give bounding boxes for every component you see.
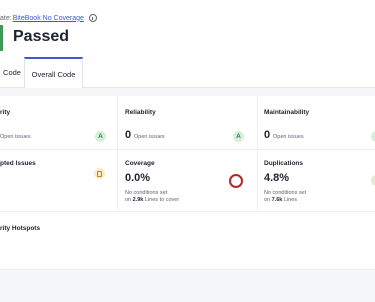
maintainability-rating-badge (371, 131, 375, 142)
duplications-card[interactable]: Duplications 4.8% No conditions set on 7… (258, 150, 375, 212)
reliability-value[interactable]: 0 (125, 129, 131, 141)
duplications-lines: on 7.6k Lines (264, 197, 298, 203)
tab-new-code[interactable]: Code (0, 57, 24, 88)
code-tabs: Code Overall Code (0, 57, 375, 89)
maintainability-value[interactable]: 0 (264, 129, 270, 141)
security-rating-badge: A (95, 131, 106, 142)
coverage-label: Coverage (125, 160, 155, 167)
duplications-ring-icon (371, 175, 375, 186)
maintainability-card[interactable]: Maintainability 0 Open issues (258, 96, 375, 150)
metrics-panel: rity Open issues A Reliability 0 Open is… (0, 88, 375, 302)
maintainability-open-issues: Open issues (273, 134, 304, 140)
quality-gate-prefix: ate: (0, 14, 12, 22)
security-label: rity (0, 109, 11, 116)
security-hotspots-card[interactable]: rity Hotspots (0, 212, 375, 270)
quality-gate-status: Passed (13, 28, 70, 45)
duplications-lines-count[interactable]: 7.6k (272, 197, 283, 203)
accepted-issues-card[interactable]: pted Issues (0, 150, 118, 212)
security-card[interactable]: rity Open issues A (0, 96, 118, 150)
coverage-lines-count[interactable]: 2.9k (133, 197, 144, 203)
reliability-open-issues: Open issues (134, 134, 165, 140)
maintainability-label: Maintainability (264, 109, 310, 116)
quality-gate-label: ate: BiteBook No Coverage (0, 14, 97, 22)
duplications-value[interactable]: 4.8% (264, 172, 289, 184)
duplications-label: Duplications (264, 160, 304, 167)
tab-overall-code[interactable]: Overall Code (24, 57, 83, 89)
security-hotspots-label: rity Hotspots (0, 225, 41, 232)
coverage-card[interactable]: Coverage 0.0% No conditions set on 2.9k … (118, 150, 258, 212)
coverage-value[interactable]: 0.0% (125, 172, 150, 184)
status-indicator-bar (0, 25, 3, 51)
info-icon[interactable] (88, 14, 97, 22)
security-open-issues: Open issues (0, 134, 31, 140)
accepted-issues-label: pted Issues (0, 160, 36, 167)
coverage-lines-to-cover: on 2.9k Lines to cover (125, 197, 180, 203)
quality-gate-header: ate: BiteBook No Coverage Passed Code Ov… (0, 0, 375, 89)
coverage-ring-icon (229, 174, 243, 188)
duplications-conditions: No conditions set (264, 190, 307, 196)
accepted-issues-icon (94, 168, 105, 179)
reliability-rating-badge: A (233, 131, 244, 142)
reliability-label: Reliability (125, 109, 156, 116)
quality-gate-link[interactable]: BiteBook No Coverage (13, 15, 84, 22)
reliability-card[interactable]: Reliability 0 Open issues A (118, 96, 258, 150)
coverage-conditions: No conditions set (125, 190, 168, 196)
